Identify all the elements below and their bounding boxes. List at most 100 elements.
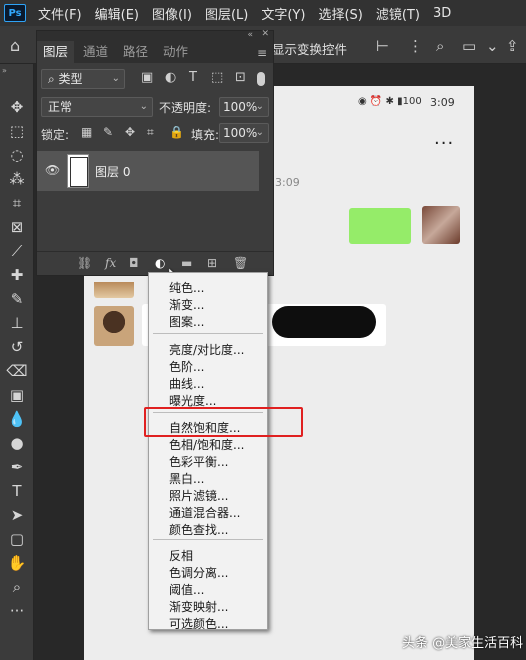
move-icon[interactable]: ✥ xyxy=(6,96,28,118)
fx-icon[interactable]: fx xyxy=(105,256,116,270)
tools-panel: » ✥ ⬚ ◌ ⁂ ⌗ ⊠ ⟋ ✚ ✎ ⊥ ↺ ⌫ ▣ 💧 ● ✒ T ➤ ▢ … xyxy=(0,64,34,660)
lock-artboard-icon[interactable]: ⌗ xyxy=(147,125,154,140)
menu-item-levels[interactable]: 色阶... xyxy=(169,358,204,375)
healing-icon[interactable]: ✚ xyxy=(6,264,28,286)
scrollbar[interactable] xyxy=(261,151,273,191)
menu-item-gradient[interactable]: 渐变... xyxy=(169,296,204,313)
eraser-icon[interactable]: ⌫ xyxy=(6,360,28,382)
layer-thumbnail xyxy=(67,154,89,188)
menu-file[interactable]: 文件(F) xyxy=(38,4,82,23)
pen-icon[interactable]: ✒ xyxy=(6,456,28,478)
filter-toggle[interactable] xyxy=(257,72,265,86)
menu-item-channel-mixer[interactable]: 通道混合器... xyxy=(169,504,240,521)
tab-paths[interactable]: 路径 xyxy=(117,41,154,63)
trash-icon[interactable]: 🗑 xyxy=(233,256,248,270)
show-transform-controls[interactable]: 显示变换控件 xyxy=(272,39,347,58)
rectangle-icon[interactable]: ▢ xyxy=(6,528,28,550)
lock-position-icon[interactable]: ✥ xyxy=(125,125,135,139)
ps-logo[interactable]: Ps xyxy=(4,4,26,22)
menu-3d[interactable]: 3D xyxy=(433,6,451,21)
menu-item-curves[interactable]: 曲线... xyxy=(169,375,204,392)
gradient-icon[interactable]: ▣ xyxy=(6,384,28,406)
collapse-icon[interactable]: « xyxy=(247,30,253,40)
menu-item-solid-color[interactable]: 纯色... xyxy=(169,279,204,296)
collapse-icon[interactable]: » xyxy=(2,66,7,75)
menu-filter[interactable]: 滤镜(T) xyxy=(376,4,420,23)
marquee-icon[interactable]: ⬚ xyxy=(6,120,28,142)
search-icon[interactable]: ⌕ xyxy=(436,37,444,55)
panel-menu-icon[interactable]: ≡ xyxy=(257,46,267,60)
blur-icon[interactable]: 💧 xyxy=(6,408,28,430)
menu-item-photo-filter[interactable]: 照片滤镜... xyxy=(169,487,228,504)
adjustment-filter-icon[interactable]: ◐ xyxy=(165,70,176,85)
layer-filter-row: ⌕ 类型 ⌄ ▣ ◐ T ⬚ ⊡ xyxy=(41,69,269,91)
shape-filter-icon[interactable]: ⬚ xyxy=(211,70,223,85)
history-brush-icon[interactable]: ↺ xyxy=(6,336,28,358)
distribute-icon[interactable]: ⋮ xyxy=(408,37,423,55)
menu-item-gradient-map[interactable]: 渐变映射... xyxy=(169,598,228,615)
magic-wand-icon[interactable]: ⁂ xyxy=(6,168,28,190)
lock-transparent-icon[interactable]: ▦ xyxy=(81,125,92,139)
lock-row: 锁定: ▦ ✎ ✥ ⌗ 🔒 填充: 100% ⌄ xyxy=(41,123,269,145)
mask-icon[interactable]: ◘ xyxy=(129,256,139,270)
link-icon[interactable]: ⛓ xyxy=(77,256,92,270)
frame-icon[interactable]: ⊠ xyxy=(6,216,28,238)
brush-icon[interactable]: ✎ xyxy=(6,288,28,310)
workspace-icon[interactable]: ▭ xyxy=(462,37,476,55)
crop-icon[interactable]: ⌗ xyxy=(6,192,28,214)
hand-icon[interactable]: ✋ xyxy=(6,552,28,574)
menu-item-invert[interactable]: 反相 xyxy=(169,547,193,564)
lasso-icon[interactable]: ◌ xyxy=(6,144,28,166)
tab-layers[interactable]: 图层 xyxy=(37,41,75,63)
path-select-icon[interactable]: ➤ xyxy=(6,504,28,526)
type-icon[interactable]: T xyxy=(6,480,28,502)
zoom-icon[interactable]: ⌕ xyxy=(6,576,28,598)
more-tools-icon[interactable]: ··· xyxy=(6,600,28,622)
tab-actions[interactable]: 动作 xyxy=(157,41,194,63)
menu-item-color-lookup[interactable]: 颜色查找... xyxy=(169,521,228,538)
tab-channels[interactable]: 通道 xyxy=(77,41,114,63)
opacity-field[interactable]: 100% ⌄ xyxy=(219,97,269,117)
lock-image-icon[interactable]: ✎ xyxy=(103,125,113,139)
new-layer-icon[interactable]: ⊞ xyxy=(207,256,217,270)
align-icon[interactable]: ⊢ xyxy=(376,37,389,55)
type-filter-icon[interactable]: T xyxy=(189,70,197,85)
menu-separator xyxy=(153,333,263,334)
menu-item-hue-saturation[interactable]: 色相/饱和度... xyxy=(169,436,245,453)
menu-item-selective-color[interactable]: 可选颜色... xyxy=(169,615,228,632)
search-icon: ⌕ xyxy=(48,72,59,86)
chevron-down-icon: ⌄ xyxy=(255,127,264,138)
close-icon[interactable]: ✕ xyxy=(261,29,269,39)
layer-filter-select[interactable]: ⌕ 类型 ⌄ xyxy=(41,69,125,89)
menu-item-threshold[interactable]: 阈值... xyxy=(169,581,204,598)
menu-select[interactable]: 选择(S) xyxy=(318,4,362,23)
layer-name[interactable]: 图层 0 xyxy=(95,163,130,180)
fill-field[interactable]: 100% ⌄ xyxy=(219,123,269,143)
menu-layer[interactable]: 图层(L) xyxy=(205,4,248,23)
lock-all-icon[interactable]: 🔒 xyxy=(169,125,184,139)
eye-icon[interactable]: 👁 xyxy=(45,163,60,177)
smart-object-filter-icon[interactable]: ⊡ xyxy=(235,70,246,85)
chat-timestamp: 3:09 xyxy=(275,176,300,189)
stamp-icon[interactable]: ⊥ xyxy=(6,312,28,334)
blend-mode-select[interactable]: 正常 ⌄ xyxy=(41,97,153,117)
eyedropper-icon[interactable]: ⟋ xyxy=(6,240,28,262)
menu-item-pattern[interactable]: 图案... xyxy=(169,313,204,330)
share-icon[interactable]: ⇪ xyxy=(506,37,519,55)
pixel-filter-icon[interactable]: ▣ xyxy=(141,70,153,85)
menu-item-brightness-contrast[interactable]: 亮度/对比度... xyxy=(169,341,245,358)
adjustment-layer-icon[interactable]: ◐ xyxy=(155,256,165,270)
dodge-icon[interactable]: ● xyxy=(6,432,28,454)
home-icon[interactable]: ⌂ xyxy=(10,36,20,55)
adjustment-menu: 纯色... 渐变... 图案... 亮度/对比度... 色阶... 曲线... … xyxy=(148,272,268,632)
menu-item-color-balance[interactable]: 色彩平衡... xyxy=(169,453,228,470)
avatar xyxy=(422,206,460,244)
menu-image[interactable]: 图像(I) xyxy=(152,4,192,23)
menu-item-black-white[interactable]: 黑白... xyxy=(169,470,204,487)
chevron-down-icon[interactable]: ⌄ xyxy=(486,37,499,55)
folder-icon[interactable]: ▬ xyxy=(181,256,192,270)
menu-item-posterize[interactable]: 色调分离... xyxy=(169,564,228,581)
layer-row[interactable]: 👁 图层 0 xyxy=(37,151,259,191)
menu-edit[interactable]: 编辑(E) xyxy=(95,4,139,23)
menu-type[interactable]: 文字(Y) xyxy=(261,4,305,23)
